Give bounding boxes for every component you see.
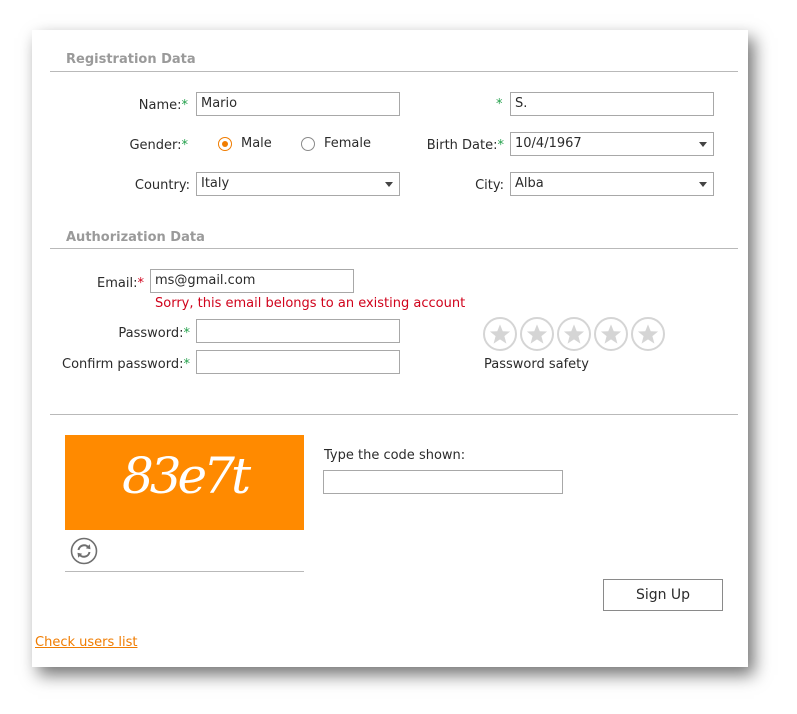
password-label-text: Password:	[118, 326, 184, 341]
star-icon	[520, 317, 554, 351]
gender-male-label[interactable]: Male	[241, 136, 272, 151]
required-mark: *	[183, 326, 191, 341]
required-mark: *	[497, 138, 505, 153]
city-value: Alba	[515, 176, 544, 191]
star-icon	[557, 317, 591, 351]
captcha-code: 83e7t	[121, 447, 251, 505]
birth-date-label: Birth Date:*	[412, 138, 504, 153]
registration-panel: Registration Data Name:* Mario * S. Gend…	[32, 30, 748, 667]
captcha-prompt: Type the code shown:	[324, 448, 466, 463]
password-input[interactable]	[196, 319, 400, 343]
birth-date-label-text: Birth Date:	[426, 138, 498, 153]
password-safety-label: Password safety	[484, 357, 589, 372]
gender-female-radio[interactable]	[301, 137, 315, 151]
password-label: Password:*	[52, 326, 190, 341]
gender-female-label[interactable]: Female	[324, 136, 371, 151]
required-mark: *	[181, 98, 189, 113]
country-value: Italy	[201, 176, 230, 191]
email-input[interactable]: ms@gmail.com	[150, 269, 354, 293]
gender-label: Gender:*	[92, 138, 188, 153]
name-label: Name:*	[92, 98, 188, 113]
password-safety-rating	[483, 317, 673, 353]
star-icon	[483, 317, 517, 351]
sign-up-button[interactable]: Sign Up	[603, 579, 723, 611]
gender-label-text: Gender:	[129, 138, 182, 153]
country-label: Country:	[134, 178, 190, 193]
city-select[interactable]: Alba	[510, 172, 714, 196]
star-icon	[631, 317, 665, 351]
birth-date-value: 10/4/1967	[515, 136, 582, 151]
star-icon	[594, 317, 628, 351]
name-label-text: Name:	[138, 98, 182, 113]
authorization-divider	[50, 248, 738, 249]
chevron-down-icon	[385, 182, 393, 187]
captcha-input[interactable]	[323, 470, 563, 494]
last-name-input[interactable]: S.	[510, 92, 714, 116]
email-label-text: Email:	[97, 276, 138, 291]
required-mark: *	[183, 357, 191, 372]
required-mark: *	[496, 97, 503, 112]
captcha-underline	[65, 571, 304, 572]
refresh-icon[interactable]	[70, 537, 98, 565]
confirm-password-label-text: Confirm password:	[62, 357, 184, 372]
registration-section-title: Registration Data	[66, 52, 196, 67]
chevron-down-icon	[699, 142, 707, 147]
country-select[interactable]: Italy	[196, 172, 400, 196]
captcha-image: 83e7t	[65, 435, 304, 530]
first-name-input[interactable]: Mario	[196, 92, 400, 116]
registration-divider	[50, 71, 738, 72]
email-error-message: Sorry, this email belongs to an existing…	[155, 296, 466, 311]
required-mark: *	[181, 138, 189, 153]
confirm-password-label: Confirm password:*	[32, 357, 190, 372]
captcha-divider	[50, 414, 738, 415]
required-mark: *	[137, 276, 145, 291]
email-label: Email:*	[52, 276, 144, 291]
confirm-password-input[interactable]	[196, 350, 400, 374]
city-label: City:	[475, 178, 504, 193]
birth-date-select[interactable]: 10/4/1967	[510, 132, 714, 156]
authorization-section-title: Authorization Data	[66, 230, 205, 245]
check-users-list-link[interactable]: Check users list	[35, 635, 137, 650]
chevron-down-icon	[699, 182, 707, 187]
gender-male-radio[interactable]	[218, 137, 232, 151]
